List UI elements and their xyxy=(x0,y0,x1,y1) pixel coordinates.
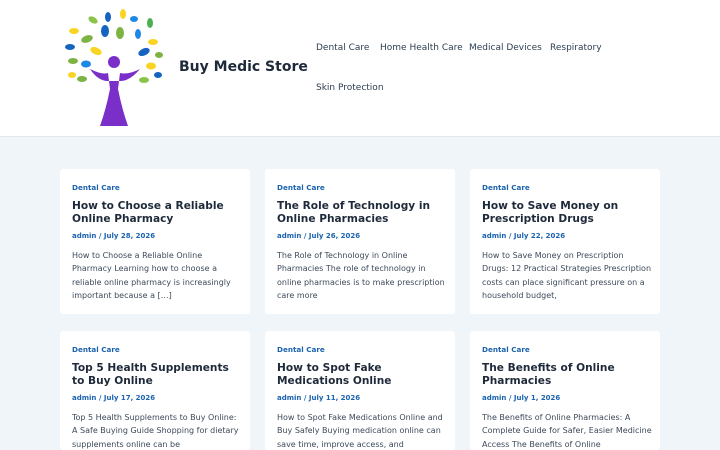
post-author[interactable]: admin xyxy=(72,232,96,240)
post-excerpt: Top 5 Health Supplements to Buy Online: … xyxy=(72,413,239,449)
post-meta: admin / July 26, 2026 xyxy=(277,232,360,240)
post-meta: admin / July 17, 2026 xyxy=(72,394,155,402)
post-date[interactable]: July 11, 2026 xyxy=(309,394,360,402)
post-excerpt: The Benefits of Online Pharmacies: A Com… xyxy=(482,413,652,449)
post-category[interactable]: Dental Care xyxy=(277,345,325,354)
meta-separator: / xyxy=(98,232,102,240)
post-meta: admin / July 11, 2026 xyxy=(277,394,360,402)
post-title[interactable]: How to Choose a Reliable Online Pharmacy xyxy=(72,200,240,226)
site-title[interactable]: Buy Medic Store xyxy=(179,59,308,75)
post-author[interactable]: admin xyxy=(482,232,506,240)
meta-separator: / xyxy=(303,232,307,240)
nav-medical-devices[interactable]: Medical Devices xyxy=(469,43,542,53)
meta-separator: / xyxy=(303,394,307,402)
nav-respiratory[interactable]: Respiratory xyxy=(550,43,602,53)
post-excerpt: The Role of Technology in Online Pharmac… xyxy=(277,251,445,301)
post-card: Dental Care How to Save Money on Prescri… xyxy=(470,169,660,314)
post-author[interactable]: admin xyxy=(482,394,506,402)
post-category[interactable]: Dental Care xyxy=(72,183,120,192)
post-meta: admin / July 22, 2026 xyxy=(482,232,565,240)
post-card: Dental Care How to Choose a Reliable Onl… xyxy=(60,169,250,314)
post-category[interactable]: Dental Care xyxy=(277,183,325,192)
post-card: Dental Care How to Spot Fake Medications… xyxy=(265,331,455,450)
post-date[interactable]: July 22, 2026 xyxy=(514,232,565,240)
post-date[interactable]: July 28, 2026 xyxy=(104,232,155,240)
post-excerpt: How to Spot Fake Medications Online and … xyxy=(277,413,443,449)
post-category[interactable]: Dental Care xyxy=(482,345,530,354)
post-category[interactable]: Dental Care xyxy=(72,345,120,354)
post-title[interactable]: Top 5 Health Supplements to Buy Online xyxy=(72,362,240,388)
nav-dental-care[interactable]: Dental Care xyxy=(316,43,369,53)
nav-home-health-care[interactable]: Home Health Care xyxy=(380,43,463,53)
post-date[interactable]: July 26, 2026 xyxy=(309,232,360,240)
post-author[interactable]: admin xyxy=(277,394,301,402)
meta-separator: / xyxy=(508,232,512,240)
nav-skin-protection[interactable]: Skin Protection xyxy=(316,83,384,93)
post-author[interactable]: admin xyxy=(72,394,96,402)
post-date[interactable]: July 17, 2026 xyxy=(104,394,155,402)
post-title[interactable]: How to Spot Fake Medications Online xyxy=(277,362,445,388)
site-logo[interactable] xyxy=(60,9,168,129)
post-date[interactable]: July 1, 2026 xyxy=(514,394,560,402)
meta-separator: / xyxy=(508,394,512,402)
post-meta: admin / July 28, 2026 xyxy=(72,232,155,240)
post-category[interactable]: Dental Care xyxy=(482,183,530,192)
post-title[interactable]: The Role of Technology in Online Pharmac… xyxy=(277,200,445,226)
meta-separator: / xyxy=(98,394,102,402)
post-author[interactable]: admin xyxy=(277,232,301,240)
site-header: Buy Medic Store Dental Care Home Health … xyxy=(0,0,720,137)
post-excerpt: How to Choose a Reliable Online Pharmacy… xyxy=(72,251,231,301)
post-card: Dental Care The Benefits of Online Pharm… xyxy=(470,331,660,450)
post-title[interactable]: How to Save Money on Prescription Drugs xyxy=(482,200,650,226)
post-card: Dental Care The Role of Technology in On… xyxy=(265,169,455,314)
post-meta: admin / July 1, 2026 xyxy=(482,394,560,402)
post-card: Dental Care Top 5 Health Supplements to … xyxy=(60,331,250,450)
post-excerpt: How to Save Money on Prescription Drugs:… xyxy=(482,251,652,301)
post-title[interactable]: The Benefits of Online Pharmacies xyxy=(482,362,650,388)
